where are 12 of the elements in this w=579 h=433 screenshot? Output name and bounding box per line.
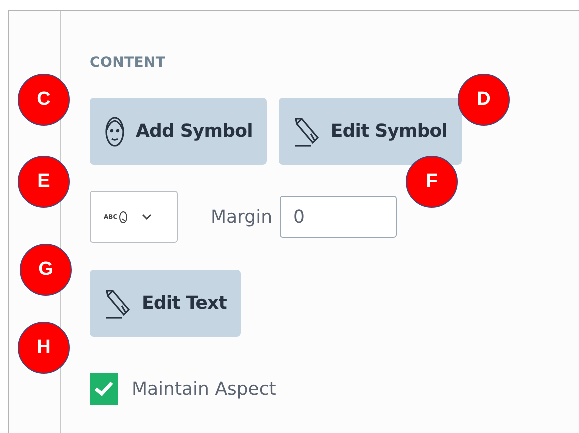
section-title: CONTENT [90,55,166,71]
edit-text-button[interactable]: Edit Text [90,270,241,337]
pencil-icon [104,288,132,320]
margin-field[interactable]: 0 [280,196,398,238]
check-icon [94,381,114,397]
add-symbol-button[interactable]: Add Symbol [90,98,267,165]
checkbox[interactable] [90,373,118,405]
edit-symbol-button[interactable]: Edit Symbol [278,98,462,165]
margin-label: Margin [211,206,272,228]
chevron-down-icon [142,214,152,220]
checkbox-label: Maintain Aspect [132,378,276,400]
pencil-icon [292,116,321,148]
